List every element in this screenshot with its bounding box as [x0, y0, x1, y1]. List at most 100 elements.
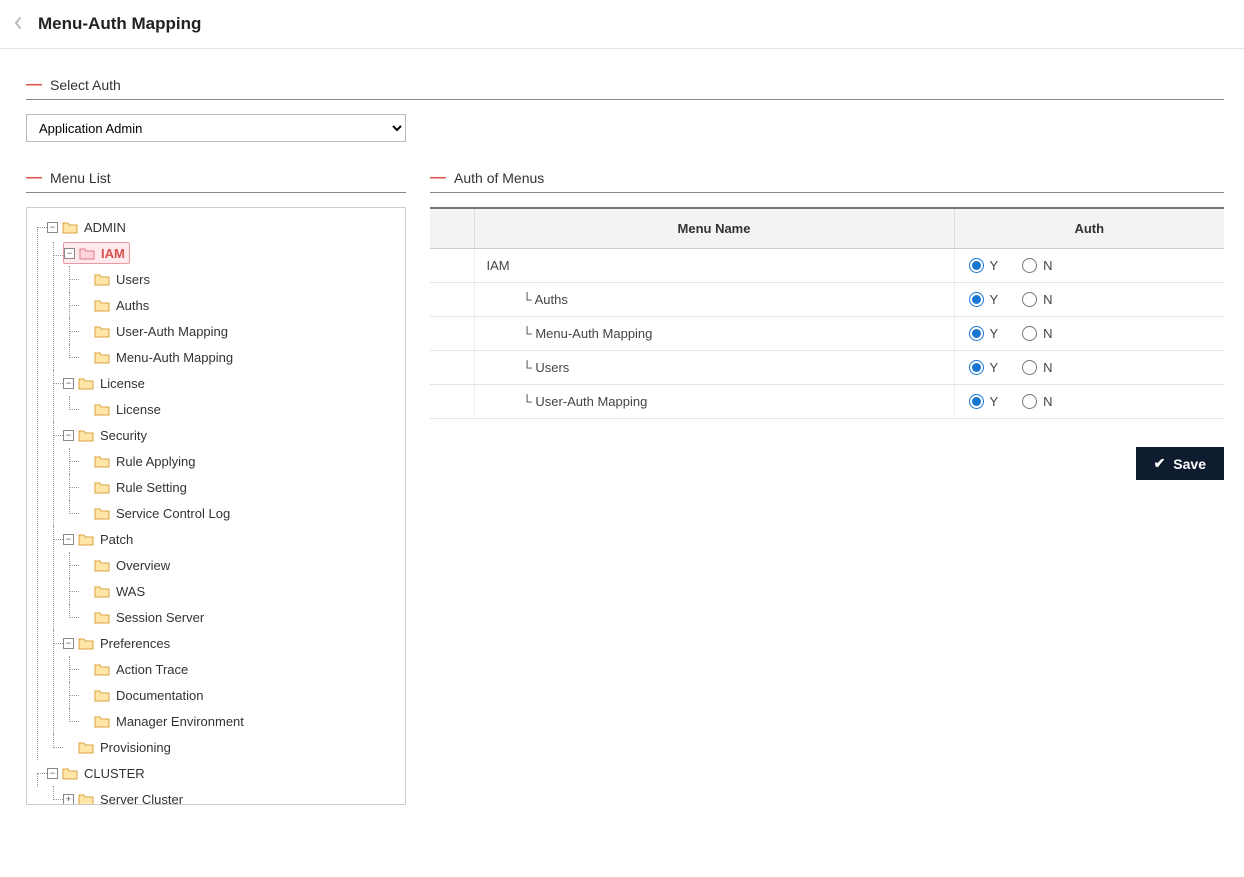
folder-icon: [94, 403, 110, 416]
tree-node[interactable]: Rule Applying: [79, 448, 401, 474]
tree-node[interactable]: Menu-Auth Mapping: [79, 344, 401, 370]
auth-radio-input[interactable]: [969, 292, 984, 307]
tree-node[interactable]: − IAM: [63, 242, 130, 264]
expand-icon[interactable]: +: [63, 794, 74, 805]
tree-node[interactable]: Service Control Log: [79, 500, 401, 526]
auth-radio-n[interactable]: N: [1022, 258, 1052, 273]
tree-node[interactable]: Rule Setting: [79, 474, 401, 500]
folder-icon: [78, 741, 94, 754]
radio-label: N: [1043, 258, 1052, 273]
section-auth-of-menus: — Auth of Menus: [430, 170, 1224, 193]
tree-node-label: Auths: [116, 298, 149, 313]
auth-radio-n[interactable]: N: [1022, 326, 1052, 341]
tree-node[interactable]: Documentation: [79, 682, 401, 708]
tree-node-label: Users: [116, 272, 150, 287]
auth-radio-input[interactable]: [969, 360, 984, 375]
tree-node-label: License: [100, 376, 145, 391]
folder-icon: [94, 507, 110, 520]
collapse-icon[interactable]: −: [63, 534, 74, 545]
section-marker-icon: —: [430, 170, 446, 186]
col-auth: Auth: [954, 208, 1224, 249]
radio-label: Y: [990, 292, 999, 307]
tree-node-label: License: [116, 402, 161, 417]
auth-radio-y[interactable]: Y: [969, 292, 999, 307]
table-row: └ Users Y N: [430, 351, 1224, 385]
menu-name-cell: └ Users: [474, 351, 954, 385]
folder-icon: [94, 611, 110, 624]
auth-radio-y[interactable]: Y: [969, 326, 999, 341]
folder-icon: [94, 585, 110, 598]
auth-radio-input[interactable]: [969, 258, 984, 273]
section-select-auth: — Select Auth: [26, 77, 1224, 100]
tree-node[interactable]: Auths: [79, 292, 401, 318]
tree-leaf-marker: [79, 404, 90, 415]
auth-radio-y[interactable]: Y: [969, 394, 999, 409]
folder-icon: [78, 429, 94, 442]
tree-node[interactable]: − ADMIN: [47, 214, 401, 240]
auth-radio-y[interactable]: Y: [969, 258, 999, 273]
tree-leaf-marker: [63, 742, 74, 753]
menu-name-cell: └ Auths: [474, 283, 954, 317]
tree-leaf-marker: [79, 690, 90, 701]
tree-leaf-marker: [79, 352, 90, 363]
radio-label: N: [1043, 326, 1052, 341]
folder-icon: [94, 559, 110, 572]
tree-node[interactable]: − Patch: [63, 526, 401, 552]
folder-icon: [94, 325, 110, 338]
auth-radio-input[interactable]: [969, 326, 984, 341]
collapse-icon[interactable]: −: [63, 638, 74, 649]
collapse-icon[interactable]: −: [64, 248, 75, 259]
tree-node[interactable]: User-Auth Mapping: [79, 318, 401, 344]
tree-node[interactable]: − License: [63, 370, 401, 396]
auth-cell: YN: [954, 317, 1224, 351]
back-button[interactable]: [8, 16, 28, 33]
tree-node[interactable]: Action Trace: [79, 656, 401, 682]
folder-icon: [78, 793, 94, 806]
tree-node[interactable]: Users: [79, 266, 401, 292]
auth-radio-input[interactable]: [1022, 360, 1037, 375]
tree-node[interactable]: + Server Cluster: [63, 786, 401, 805]
tree-node-label: Patch: [100, 532, 133, 547]
tree-node-label: Server Cluster: [100, 792, 183, 806]
auth-radio-n[interactable]: N: [1022, 292, 1052, 307]
folder-icon: [78, 533, 94, 546]
tree-node[interactable]: −Security: [63, 422, 401, 448]
tree-node[interactable]: Session Server: [79, 604, 401, 630]
folder-icon: [62, 767, 78, 780]
tree-node[interactable]: −CLUSTER: [47, 760, 401, 786]
collapse-icon[interactable]: −: [63, 378, 74, 389]
tree-node-label: Overview: [116, 558, 170, 573]
tree-node-label: ADMIN: [84, 220, 126, 235]
tree-node[interactable]: Overview: [79, 552, 401, 578]
collapse-icon[interactable]: −: [47, 768, 58, 779]
tree-node[interactable]: Provisioning: [63, 734, 401, 760]
tree-leaf-marker: [79, 508, 90, 519]
table-row: IAMYN: [430, 249, 1224, 283]
auth-radio-input[interactable]: [1022, 258, 1037, 273]
auth-select[interactable]: Application Admin: [26, 114, 406, 142]
collapse-icon[interactable]: −: [47, 222, 58, 233]
tree-node-label: Action Trace: [116, 662, 188, 677]
tree-node[interactable]: Manager Environment: [79, 708, 401, 734]
auth-cell: YN: [954, 249, 1224, 283]
auth-radio-y[interactable]: Y: [969, 360, 999, 375]
collapse-icon[interactable]: −: [63, 430, 74, 441]
auth-radio-input[interactable]: [1022, 326, 1037, 341]
auth-radio-n[interactable]: N: [1022, 394, 1052, 409]
auth-radio-input[interactable]: [1022, 394, 1037, 409]
auth-radio-input[interactable]: [969, 394, 984, 409]
tree-node[interactable]: WAS: [79, 578, 401, 604]
tree-node[interactable]: License: [79, 396, 401, 422]
tree-node-label: IAM: [101, 246, 125, 261]
save-button[interactable]: ✔ Save: [1136, 447, 1224, 480]
auth-radio-input[interactable]: [1022, 292, 1037, 307]
tree-node-label: Session Server: [116, 610, 204, 625]
tree-node-label: Rule Setting: [116, 480, 187, 495]
radio-label: Y: [990, 360, 999, 375]
auth-table: Menu Name Auth IAMYN└ AuthsYN└ Menu-Auth…: [430, 207, 1224, 419]
folder-icon: [62, 221, 78, 234]
folder-icon: [94, 481, 110, 494]
auth-radio-n[interactable]: N: [1022, 360, 1052, 375]
menu-tree[interactable]: − ADMIN − IAM Users Auths User-Auth MappingMen…: [26, 207, 406, 805]
tree-node[interactable]: −Preferences: [63, 630, 401, 656]
